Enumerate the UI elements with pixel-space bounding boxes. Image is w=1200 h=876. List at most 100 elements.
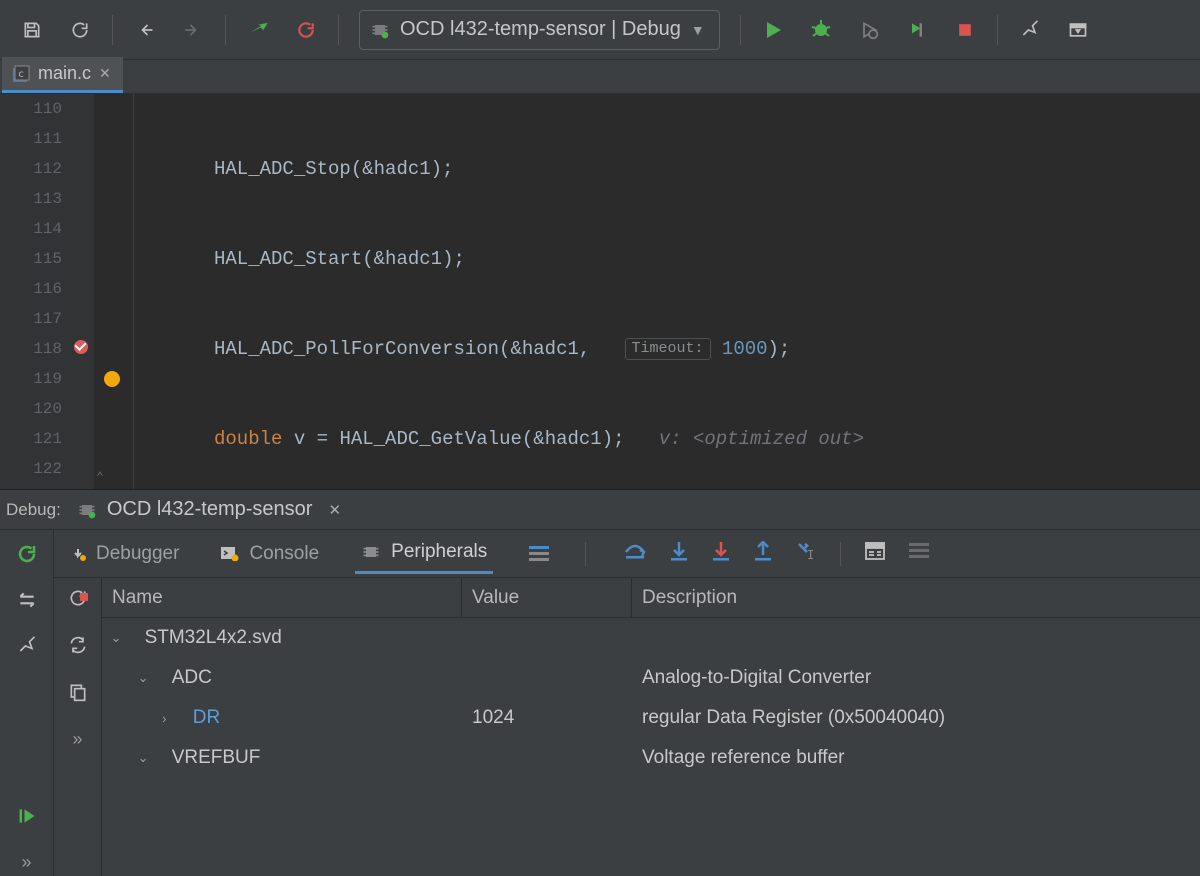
breakpoint-gutter[interactable] xyxy=(72,94,94,489)
nav-forward-button[interactable] xyxy=(173,10,213,50)
force-step-into-button[interactable] xyxy=(712,541,730,566)
line-number: 110 xyxy=(0,94,62,124)
step-out-button[interactable] xyxy=(754,541,772,566)
debug-button[interactable] xyxy=(801,10,841,50)
table-header: Name Value Description xyxy=(102,578,1200,618)
token: HAL_ADC_PollForConversion xyxy=(214,338,499,360)
line-number: 115 xyxy=(0,244,62,274)
inline-value: v: <optimized out> xyxy=(659,428,864,450)
token: HAL_ADC_Stop xyxy=(214,158,351,180)
token: hadc1 xyxy=(522,338,579,360)
table-row[interactable]: ⌄ ADC Analog-to-Digital Converter xyxy=(102,658,1200,698)
svg-text:c: c xyxy=(18,69,24,80)
cycle-button[interactable] xyxy=(68,635,88,660)
memory-view-button[interactable] xyxy=(909,543,929,564)
debug-tabs: Debugger Console Peripherals I xyxy=(54,530,1200,578)
stop-button[interactable] xyxy=(945,10,985,50)
debug-session-tab[interactable]: OCD l432-temp-sensor ✕ xyxy=(77,498,341,521)
copy-button[interactable] xyxy=(68,682,88,707)
toolbar-separator xyxy=(338,15,339,45)
refresh-button[interactable] xyxy=(60,10,100,50)
chevron-down-icon[interactable]: ⌄ xyxy=(110,630,122,646)
editor-tab-main-c[interactable]: c main.c ✕ xyxy=(2,57,123,93)
layout-button[interactable] xyxy=(1058,10,1098,50)
token: 1000 xyxy=(722,338,768,360)
intention-bulb-icon[interactable] xyxy=(104,371,120,387)
resume-button[interactable] xyxy=(13,540,41,568)
step-into-button[interactable] xyxy=(670,541,688,566)
tab-debugger[interactable]: Debugger xyxy=(66,535,185,573)
token: v xyxy=(294,428,305,450)
peripherals-tree[interactable]: Name Value Description ⌄ STM32L4x2.svd ⌄… xyxy=(102,578,1200,876)
tab-peripherals[interactable]: Peripherals xyxy=(355,533,493,574)
cell: ADC xyxy=(172,667,212,689)
nav-back-button[interactable] xyxy=(125,10,165,50)
step-over-button[interactable] xyxy=(624,542,646,565)
table-row[interactable]: ⌄ VREFBUF Voltage reference buffer xyxy=(102,738,1200,778)
run-button[interactable] xyxy=(753,10,793,50)
run-config-label: OCD l432-temp-sensor | Debug xyxy=(400,18,681,41)
fold-end-icon[interactable]: ⌃ xyxy=(96,470,104,485)
tab-console[interactable]: Console xyxy=(215,535,325,573)
separator xyxy=(585,542,586,566)
reload-button[interactable] xyxy=(68,588,88,613)
toolbar-separator xyxy=(225,15,226,45)
fold-gutter[interactable]: ⌃ xyxy=(94,94,134,489)
more-icon[interactable]: » xyxy=(72,729,82,750)
editor-tab-label: main.c xyxy=(38,63,91,84)
code-area[interactable]: HAL_ADC_Stop(&hadc1); HAL_ADC_Start(&had… xyxy=(134,94,1200,489)
breakpoint-icon[interactable] xyxy=(74,340,88,354)
chip-icon xyxy=(361,542,381,562)
line-number: 121 xyxy=(0,424,62,454)
profile-button[interactable] xyxy=(897,10,937,50)
list-icon xyxy=(529,546,549,562)
line-number: 116 xyxy=(0,274,62,304)
save-button[interactable] xyxy=(12,10,52,50)
tab-label: Console xyxy=(249,543,319,565)
more-icon[interactable]: » xyxy=(13,848,41,876)
line-number: 114 xyxy=(0,214,62,244)
cell: regular Data Register (0x50040040) xyxy=(632,707,1200,729)
toolbar-separator xyxy=(997,15,998,45)
cell: DR xyxy=(193,707,220,729)
table-row[interactable]: ⌄ STM32L4x2.svd xyxy=(102,618,1200,658)
line-number: 112 xyxy=(0,154,62,184)
frames-button[interactable] xyxy=(13,586,41,614)
reload-cmake-button[interactable] xyxy=(286,10,326,50)
settings-button[interactable] xyxy=(1010,10,1050,50)
svg-text:I: I xyxy=(807,548,814,561)
line-number: 119 xyxy=(0,364,62,394)
build-button[interactable] xyxy=(238,10,278,50)
token: HAL_ADC_Start xyxy=(214,248,362,270)
close-icon[interactable]: ✕ xyxy=(328,501,341,519)
evaluate-button[interactable] xyxy=(865,542,885,565)
cell: STM32L4x2.svd xyxy=(145,627,282,649)
token: HAL_ADC_GetValue xyxy=(339,428,521,450)
coverage-button[interactable] xyxy=(849,10,889,50)
chevron-down-icon: ▼ xyxy=(691,22,705,38)
col-value: Value xyxy=(462,578,632,617)
cell: Analog-to-Digital Converter xyxy=(632,667,1200,689)
settings-button[interactable] xyxy=(13,632,41,660)
debug-session-label: OCD l432-temp-sensor xyxy=(107,498,313,521)
line-gutter: 110 111 112 113 114 115 116 117 118 119 … xyxy=(0,94,72,489)
chevron-right-icon[interactable]: › xyxy=(158,711,170,726)
token: hadc1 xyxy=(545,428,602,450)
run-to-cursor-button[interactable]: I xyxy=(796,541,816,566)
threads-view-button[interactable] xyxy=(523,538,555,570)
code-editor[interactable]: 110 111 112 113 114 115 116 117 118 119 … xyxy=(0,94,1200,490)
chip-icon xyxy=(77,500,97,520)
tab-label: Debugger xyxy=(96,543,179,565)
chevron-down-icon[interactable]: ⌄ xyxy=(137,750,149,766)
token: hadc1 xyxy=(374,158,431,180)
chevron-down-icon[interactable]: ⌄ xyxy=(137,670,149,686)
table-row[interactable]: › DR 1024 regular Data Register (0x50040… xyxy=(102,698,1200,738)
run-config-selector[interactable]: OCD l432-temp-sensor | Debug ▼ xyxy=(359,10,720,50)
editor-tabs: c main.c ✕ xyxy=(0,60,1200,94)
continue-button[interactable] xyxy=(13,802,41,830)
close-icon[interactable]: ✕ xyxy=(99,65,111,82)
chip-icon xyxy=(370,20,390,40)
line-number: 120 xyxy=(0,394,62,424)
line-number: 117 xyxy=(0,304,62,334)
line-number: 111 xyxy=(0,124,62,154)
